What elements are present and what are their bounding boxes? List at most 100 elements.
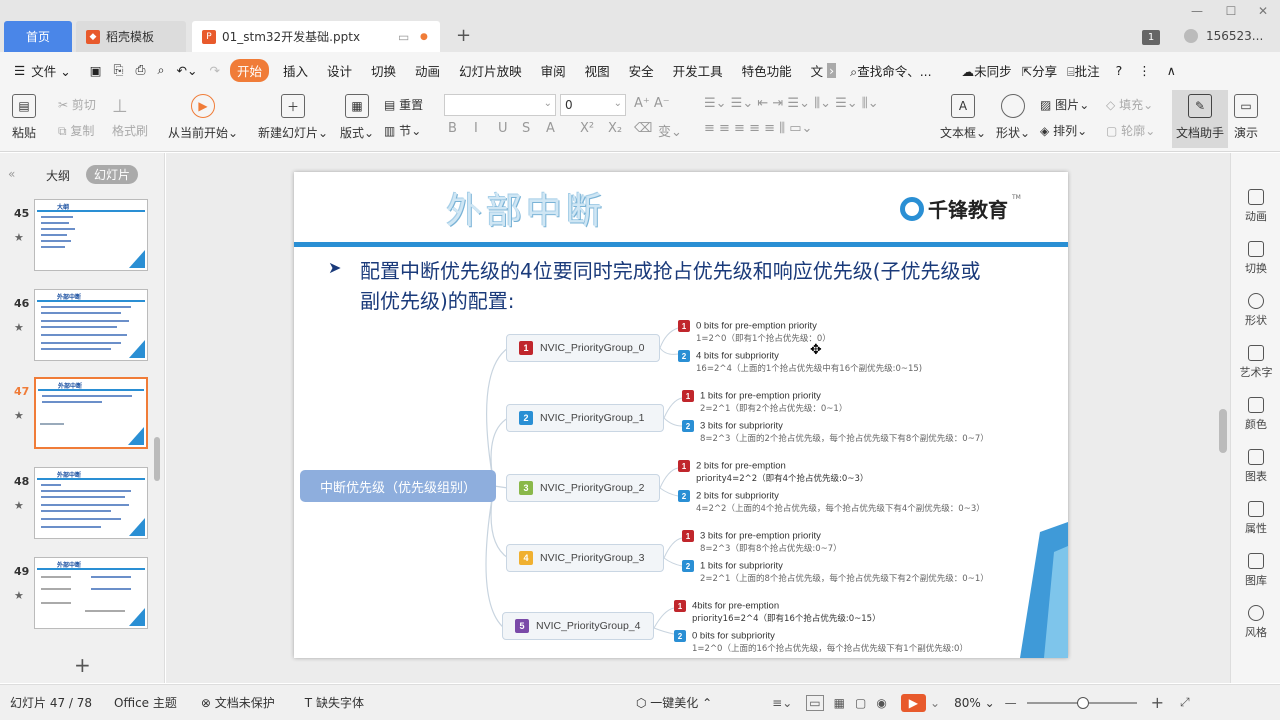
zoom-slider[interactable]	[1026, 696, 1137, 709]
gallery-panel-button[interactable]: 图库	[1231, 553, 1280, 588]
redo-icon[interactable]: ↷	[210, 63, 220, 78]
color-panel-button[interactable]: 颜色	[1231, 397, 1280, 432]
tab-template[interactable]: ◆ 稻壳模板	[76, 21, 186, 52]
play-slideshow-button[interactable]: ▶	[900, 693, 927, 712]
transition-panel-button[interactable]: 切换	[1231, 241, 1280, 276]
section-button[interactable]: ▥ 节⌄	[384, 122, 421, 139]
bold-icon[interactable]: B	[448, 121, 457, 136]
font-size-select[interactable]: 0 ⌄	[560, 94, 626, 116]
present-button[interactable]: ▭ 演示	[1234, 94, 1258, 141]
menu-start[interactable]: 开始	[229, 58, 269, 82]
menu-design[interactable]: 设计	[327, 61, 352, 80]
normal-view-icon[interactable]: ▭	[806, 694, 824, 711]
slide-thumbnail[interactable]: 45 ★ 大纲	[0, 199, 165, 279]
avatar[interactable]	[1184, 29, 1198, 43]
slide-thumbnail[interactable]: 48 ★ 外部中断	[0, 467, 165, 547]
font-grow-icon[interactable]: A⁺ A⁻	[634, 96, 670, 111]
play-options-icon[interactable]: ⌄	[930, 696, 940, 710]
from-current-button[interactable]: ▶ 从当前开始⌄	[168, 94, 238, 141]
doc-helper-button[interactable]: ✎ 文档助手	[1172, 90, 1228, 148]
strikethrough-icon[interactable]: S	[522, 121, 530, 136]
fit-window-icon[interactable]: ⤢	[1180, 695, 1190, 710]
slide-panel-scrollbar[interactable]	[154, 437, 160, 481]
record-icon[interactable]: ◉	[876, 696, 886, 710]
format-painter-icon[interactable]: ⊥	[112, 96, 128, 117]
menu-animation[interactable]: 动画	[415, 61, 440, 80]
tab-outline[interactable]: 大纲	[46, 167, 70, 184]
shape-panel-button[interactable]: 形状	[1231, 293, 1280, 328]
outline-button[interactable]: ▢ 轮廓⌄	[1106, 122, 1155, 139]
menu-view[interactable]: 视图	[585, 61, 610, 80]
notes-icon[interactable]: ≡⌄	[772, 696, 792, 710]
more-icon[interactable]: ⋮	[1138, 63, 1151, 78]
menu-insert[interactable]: 插入	[283, 61, 308, 80]
animation-panel-button[interactable]: 动画	[1231, 189, 1280, 224]
zoom-in-button[interactable]: +	[1151, 693, 1164, 712]
new-slide-button[interactable]: ＋ 新建幻灯片⌄	[258, 94, 328, 141]
beautify-button[interactable]: ⬡ 一键美化 ⌃	[636, 694, 712, 711]
italic-icon[interactable]: I	[474, 121, 478, 136]
bullet-list-icon[interactable]: ☰⌄ ☰⌄ ⇤ ⇥ ☰⌄ ⫼⌄ ☰⌄ ⫼⌄	[704, 96, 879, 111]
window-count-badge[interactable]: 1	[1142, 30, 1160, 45]
cut-button[interactable]: ✂ 剪切	[58, 96, 96, 113]
user-name[interactable]: 156523...	[1206, 29, 1263, 43]
menu-review[interactable]: 审阅	[541, 61, 566, 80]
menu-security[interactable]: 安全	[629, 61, 654, 80]
layout-button[interactable]: ▦ 版式⌄	[340, 94, 374, 141]
textbox-button[interactable]: A 文本框⌄	[940, 94, 986, 141]
help-icon[interactable]: ?	[1116, 63, 1123, 78]
zoom-slider-thumb[interactable]	[1076, 696, 1089, 709]
style-panel-button[interactable]: 风格	[1231, 605, 1280, 640]
font-family-select[interactable]: ⌄	[444, 94, 556, 116]
menu-file[interactable]: 文件 ⌄	[31, 61, 70, 80]
sorter-view-icon[interactable]: ▦	[834, 696, 845, 710]
paste-button[interactable]: ▤ 粘贴	[12, 94, 36, 141]
theme-name[interactable]: Office 主题	[114, 694, 177, 711]
window-mode-icon[interactable]: ▭	[398, 30, 409, 44]
slide-thumbnail-selected[interactable]: 47 ★ 外部中断	[0, 377, 165, 457]
chart-panel-button[interactable]: 图表	[1231, 449, 1280, 484]
properties-panel-button[interactable]: 属性	[1231, 501, 1280, 536]
menu-more[interactable]: 文	[811, 61, 824, 80]
hamburger-icon[interactable]: ☰	[14, 63, 25, 78]
protect-status[interactable]: ⊗ 文档未保护	[201, 694, 275, 711]
char-spacing-icon[interactable]: 变⌄	[658, 121, 682, 140]
format-painter-button[interactable]: 格式刷	[112, 122, 148, 139]
tab-home[interactable]: 首页	[4, 21, 72, 52]
menu-slideshow[interactable]: 幻灯片放映	[459, 61, 522, 80]
minimize-button[interactable]: —	[1188, 4, 1206, 18]
reset-button[interactable]: ▤ 重置	[384, 96, 423, 113]
tab-slides[interactable]: 幻灯片	[86, 165, 139, 184]
menu-devtools[interactable]: 开发工具	[673, 61, 723, 80]
slide-thumbnail[interactable]: 46 ★ 外部中断	[0, 289, 165, 369]
menu-transition[interactable]: 切换	[371, 61, 396, 80]
share-button[interactable]: ⇱分享	[1022, 61, 1058, 80]
arrange-button[interactable]: ◈ 排列⌄	[1040, 122, 1087, 139]
zoom-out-button[interactable]: —	[1005, 696, 1017, 710]
export-icon[interactable]: ⎘	[114, 62, 124, 78]
print-icon[interactable]: ⎙	[136, 62, 146, 78]
add-tab-button[interactable]: +	[456, 25, 471, 46]
undo-icon[interactable]: ↶⌄	[177, 63, 198, 78]
slide-thumbnail[interactable]: 49 ★ 外部中断	[0, 557, 165, 637]
save-icon[interactable]: ▣	[90, 63, 102, 78]
collapse-panel-icon[interactable]: «	[8, 167, 15, 181]
picture-button[interactable]: ▨ 图片⌄	[1040, 96, 1089, 113]
shape-button[interactable]: 形状⌄	[996, 94, 1030, 141]
missing-font-button[interactable]: T 缺失字体	[305, 694, 364, 711]
menu-scroll-right-icon[interactable]: ›	[827, 62, 837, 78]
canvas-scrollbar[interactable]	[1219, 409, 1227, 453]
copy-button[interactable]: ⧉ 复制	[58, 122, 94, 139]
add-slide-button[interactable]: +	[74, 653, 91, 677]
print-preview-icon[interactable]: ⌕	[158, 62, 165, 78]
underline-icon[interactable]: U	[498, 121, 508, 136]
menu-features[interactable]: 特色功能	[742, 61, 792, 80]
fill-button[interactable]: ◇ 填充⌄	[1106, 96, 1153, 113]
shadow-icon[interactable]: A	[546, 121, 555, 136]
wordart-panel-button[interactable]: 艺术字	[1231, 345, 1280, 380]
sync-status[interactable]: ☁未同步	[962, 61, 1012, 80]
slide[interactable]: 外部中断 千锋教育 TM ➤ 配置中断优先级的4位要同时完成抢占优先级和响应优先…	[294, 172, 1068, 658]
collapse-ribbon-icon[interactable]: ∧	[1167, 63, 1176, 78]
subscript-icon[interactable]: X₂	[608, 121, 622, 136]
comment-button[interactable]: ⌸批注	[1067, 61, 1100, 80]
